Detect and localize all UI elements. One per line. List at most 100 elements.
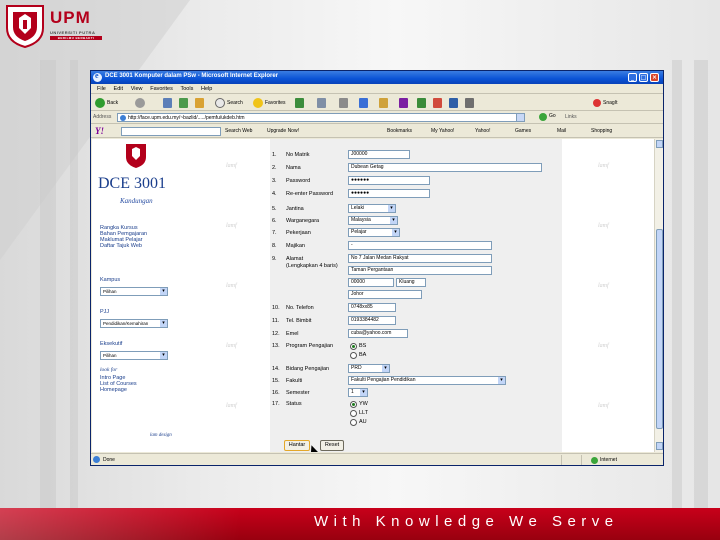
edit-icon[interactable] <box>359 98 368 108</box>
tool-icon[interactable] <box>449 98 458 108</box>
stop-icon[interactable] <box>163 98 172 108</box>
title-bar[interactable]: DCE 3001 Komputer dalam PSw - Microsoft … <box>91 71 663 84</box>
scroll-up-icon[interactable] <box>656 140 663 148</box>
menu-favorites[interactable]: Favorites <box>150 84 173 94</box>
yahoo-upgrade[interactable]: Upgrade Now! <box>267 128 299 134</box>
majikan-input[interactable]: - <box>348 241 492 250</box>
field-label: Re-enter Password <box>286 191 334 197</box>
slide-motto: With Knowledge We Serve <box>314 513 619 530</box>
maximize-icon[interactable]: □ <box>639 73 648 82</box>
watermark: lamf <box>598 343 609 349</box>
back-button[interactable]: Back <box>95 97 118 109</box>
semester-select[interactable]: 1 <box>348 388 368 397</box>
menu-file[interactable]: File <box>97 84 106 94</box>
tool-icon[interactable] <box>433 98 442 108</box>
menu-edit[interactable]: Edit <box>114 84 123 94</box>
search-icon <box>215 97 225 108</box>
yahoo-logo[interactable]: Y! <box>95 126 104 136</box>
kampus-select[interactable]: Pilihan <box>100 287 168 296</box>
browser-window: DCE 3001 Komputer dalam PSw - Microsoft … <box>90 70 664 466</box>
nama-input[interactable]: Dubean Getag <box>348 163 542 172</box>
yahoo-shopping[interactable]: Shopping <box>591 128 612 134</box>
favorites-button[interactable]: Favorites <box>253 97 286 109</box>
tel-bimbit-input[interactable]: 0193384482 <box>348 316 396 325</box>
discuss-icon[interactable] <box>379 98 388 108</box>
emel-input[interactable]: cuba@yahoo.com <box>348 329 408 338</box>
mail-icon[interactable] <box>317 98 326 108</box>
yahoo-home[interactable]: Yahoo! <box>475 128 490 134</box>
minimize-icon[interactable]: _ <box>628 73 637 82</box>
field-label: Tel. Bimbit <box>286 318 312 324</box>
row-number: 4. <box>272 191 277 197</box>
yahoo-my-yahoo[interactable]: My Yahoo! <box>431 128 454 134</box>
yahoo-search-web[interactable]: Search Web <box>225 128 252 134</box>
watermark: lamf <box>226 163 237 169</box>
warganegara-select[interactable]: Malaysia <box>348 216 398 225</box>
chevron-down-icon[interactable] <box>516 113 525 122</box>
field-label: Warganegara <box>286 218 320 224</box>
go-button[interactable]: Go <box>539 113 556 121</box>
scroll-thumb[interactable] <box>656 229 663 429</box>
status-au-radio[interactable]: AU <box>350 418 367 426</box>
yahoo-bookmarks[interactable]: Bookmarks <box>387 128 412 134</box>
scroll-down-icon[interactable] <box>656 442 663 450</box>
field-label: No Matrik <box>286 152 310 158</box>
home-icon[interactable] <box>195 98 204 108</box>
print-icon[interactable] <box>339 98 348 108</box>
password-input[interactable]: ●●●●●● <box>348 176 430 185</box>
yahoo-mail[interactable]: Mail <box>557 128 566 134</box>
messenger-icon[interactable] <box>399 98 408 108</box>
snagit-button[interactable]: SnagIt <box>593 97 617 109</box>
search-button[interactable]: Search <box>215 97 243 109</box>
nav-link[interactable]: Daftar Tajuk Web <box>100 243 147 249</box>
form-row-reenter-password: 4. Re-enter Password ●●●●●● <box>270 189 562 199</box>
field-label: Jantina <box>286 206 304 212</box>
negeri-input[interactable]: Johor <box>348 290 422 299</box>
refresh-icon[interactable] <box>179 98 188 108</box>
tool-icon[interactable] <box>465 98 474 108</box>
reenter-password-input[interactable]: ●●●●●● <box>348 189 430 198</box>
row-number: 9. <box>272 256 277 262</box>
forward-button[interactable] <box>135 97 147 109</box>
homepage-link[interactable]: Homepage <box>100 387 137 393</box>
snagit-label: SnagIt <box>603 100 618 106</box>
reset-button[interactable]: Reset <box>320 440 344 451</box>
pjj-select[interactable]: Pendidikan/Kemahiran <box>100 319 168 328</box>
program-ba-radio[interactable]: BA <box>350 351 366 359</box>
no-matrik-input[interactable]: J00000 <box>348 150 410 159</box>
status-yw-radio[interactable]: YW <box>350 400 368 408</box>
menu-tools[interactable]: Tools <box>181 84 194 94</box>
address-input[interactable]: http://face.upm.edu.my/~bazlid/...../pem… <box>117 113 525 122</box>
alamat-line-1-input[interactable]: No 7 Jalan Medan Rakyat <box>348 254 492 263</box>
standard-toolbar: Back Search Favorites SnagIt <box>91 95 663 111</box>
yahoo-games[interactable]: Games <box>515 128 531 134</box>
poskod-input[interactable]: 00000 <box>348 278 394 287</box>
vertical-scrollbar[interactable] <box>654 139 663 452</box>
footer-highlight <box>0 508 240 540</box>
pekerjaan-select[interactable]: Pelajar <box>348 228 400 237</box>
close-icon[interactable]: × <box>650 73 659 82</box>
status-divider <box>561 455 562 465</box>
jantina-select[interactable]: Lelaki <box>348 204 396 213</box>
page-icon <box>93 456 100 463</box>
look-for-heading: look for <box>100 367 118 373</box>
yahoo-search-input[interactable] <box>121 127 221 136</box>
eksekutif-select[interactable]: Pilihan <box>100 351 168 360</box>
menu-view[interactable]: View <box>131 84 143 94</box>
alamat-line-2-input[interactable]: Taman Pergantaan <box>348 266 492 275</box>
field-label: Majikan <box>286 243 305 249</box>
program-bs-radio[interactable]: BS <box>350 342 366 350</box>
bandar-input[interactable]: Kluang <box>396 278 426 287</box>
upm-logo: UPM UNIVERSITI PUTRA MALAYSIA BERILMU BE… <box>4 4 104 48</box>
design-credit: lam design <box>150 433 172 438</box>
research-icon[interactable] <box>417 98 426 108</box>
submit-button[interactable]: Hantar <box>284 440 310 451</box>
menu-help[interactable]: Help <box>201 84 212 94</box>
fakulti-select[interactable]: Fakulti Pengajian Pendidikan <box>348 376 506 385</box>
status-llt-radio[interactable]: LLT <box>350 409 368 417</box>
bidang-select[interactable]: PRD <box>348 364 390 373</box>
links-button[interactable]: Links <box>565 114 577 120</box>
row-number: 8. <box>272 243 277 249</box>
telefon-input[interactable]: 0748xx85 <box>348 303 396 312</box>
history-icon[interactable] <box>295 98 304 108</box>
